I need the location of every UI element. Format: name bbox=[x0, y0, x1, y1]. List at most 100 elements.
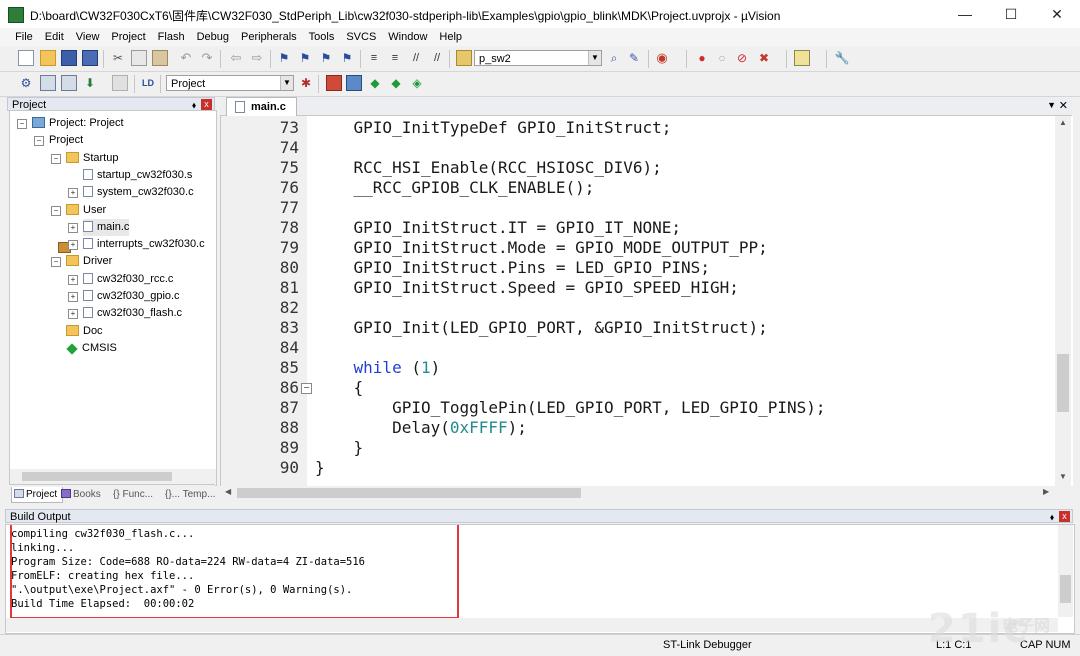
tree-item[interactable]: CMSIS bbox=[66, 340, 117, 357]
maximize-button[interactable]: ☐ bbox=[988, 0, 1034, 28]
tree-expander[interactable]: − bbox=[17, 119, 27, 129]
tree-item[interactable]: system_cw32f030.c bbox=[83, 184, 194, 201]
menu-help[interactable]: Help bbox=[433, 28, 468, 46]
incremental-find-icon[interactable]: ✎ bbox=[626, 50, 642, 66]
options-for-target-icon[interactable]: ✱ bbox=[298, 75, 314, 91]
scroll-up-icon[interactable]: ▲ bbox=[1059, 118, 1067, 127]
configure-wrench-icon[interactable]: 🔧 bbox=[834, 50, 850, 66]
build-output-pane[interactable]: compiling cw32f030_flash.c... linking... P… bbox=[5, 524, 1075, 634]
unindent-icon[interactable]: ≡ bbox=[387, 50, 403, 66]
tab-main-c[interactable]: main.c bbox=[226, 97, 297, 116]
tree-item[interactable]: User bbox=[66, 202, 106, 219]
enable-breakpoint-icon[interactable]: ○ bbox=[714, 50, 730, 66]
tree-expander[interactable]: + bbox=[68, 240, 78, 251]
tree-item[interactable]: Doc bbox=[66, 323, 103, 340]
tree-expander[interactable]: + bbox=[68, 222, 78, 233]
tree-expander[interactable]: + bbox=[68, 309, 78, 320]
insert-breakpoint-icon[interactable]: ● bbox=[694, 50, 710, 66]
open-folder-icon[interactable] bbox=[40, 50, 56, 66]
tree-item[interactable]: Project bbox=[49, 132, 83, 254]
tree-item[interactable]: Driver bbox=[66, 253, 112, 270]
target-select[interactable]: Project ▼ bbox=[166, 75, 294, 91]
save-all-icon[interactable] bbox=[82, 50, 98, 66]
scroll-right-icon[interactable]: ▶ bbox=[1043, 487, 1049, 496]
new-file-icon[interactable] bbox=[18, 50, 34, 66]
tree-expander[interactable]: − bbox=[51, 257, 61, 268]
editor-hscrollbar[interactable]: ◀ ▶ bbox=[221, 486, 1056, 500]
manage-project-items-icon[interactable] bbox=[326, 75, 342, 91]
menu-peripherals[interactable]: Peripherals bbox=[235, 28, 303, 46]
indent-icon[interactable]: ≡ bbox=[366, 50, 382, 66]
menu-file[interactable]: File bbox=[9, 28, 39, 46]
menu-flash[interactable]: Flash bbox=[152, 28, 191, 46]
comment-icon[interactable]: // bbox=[408, 50, 424, 66]
redo-icon[interactable]: ↷ bbox=[199, 50, 215, 66]
rebuild-icon[interactable] bbox=[61, 75, 77, 91]
disable-breakpoints-icon[interactable]: ⊘ bbox=[734, 50, 750, 66]
scroll-thumb[interactable] bbox=[1057, 354, 1069, 412]
prev-bookmark-icon[interactable]: ⚑ bbox=[297, 50, 313, 66]
tree-expander[interactable]: + bbox=[68, 274, 78, 285]
scroll-down-icon[interactable]: ▼ bbox=[1059, 472, 1067, 481]
translate-icon[interactable]: ⚙ bbox=[18, 75, 34, 91]
clear-bookmarks-icon[interactable]: ⚑ bbox=[339, 50, 355, 66]
download-load-icon[interactable]: LD bbox=[140, 75, 156, 91]
build-hscrollbar[interactable] bbox=[6, 618, 1058, 632]
undo-icon[interactable]: ↶ bbox=[178, 50, 194, 66]
select-packs-icon[interactable]: ◆ bbox=[388, 75, 404, 91]
tree-item[interactable]: Startup bbox=[66, 150, 118, 167]
run-time-environment-icon[interactable]: ◈ bbox=[409, 75, 425, 91]
minimize-button[interactable]: — bbox=[942, 0, 988, 28]
close-panel-icon[interactable]: x bbox=[201, 99, 212, 110]
menu-edit[interactable]: Edit bbox=[39, 28, 70, 46]
editor-vscrollbar[interactable]: ▲ ▼ bbox=[1055, 116, 1071, 486]
navigate-back-icon[interactable]: ⇦ bbox=[228, 50, 244, 66]
build-vscrollbar[interactable] bbox=[1058, 525, 1073, 617]
tree-item[interactable]: interrupts_cw32f030.c bbox=[83, 236, 205, 253]
project-tree-hscrollbar[interactable] bbox=[10, 469, 216, 484]
tree-expander[interactable]: − bbox=[51, 153, 61, 164]
tree-item[interactable]: Project: Project bbox=[32, 115, 124, 132]
scroll-thumb[interactable] bbox=[1060, 575, 1071, 603]
window-layout-icon[interactable] bbox=[794, 50, 810, 66]
menu-view[interactable]: View bbox=[70, 28, 106, 46]
next-bookmark-icon[interactable]: ⚑ bbox=[318, 50, 334, 66]
tab-templates[interactable]: {}... Temp... bbox=[165, 487, 215, 502]
stop-build-icon[interactable] bbox=[112, 75, 128, 91]
bookmark-icon[interactable]: ⚑ bbox=[276, 50, 292, 66]
tab-books[interactable]: Books bbox=[61, 487, 111, 502]
copy-icon[interactable] bbox=[131, 50, 147, 66]
tree-item[interactable]: cw32f030_rcc.c bbox=[83, 271, 173, 288]
pin-icon[interactable]: ⬧ bbox=[1050, 510, 1054, 524]
navigate-forward-icon[interactable]: ⇨ bbox=[249, 50, 265, 66]
menu-project[interactable]: Project bbox=[105, 28, 151, 46]
tree-item[interactable]: main.c bbox=[83, 218, 130, 236]
tree-expander[interactable]: + bbox=[68, 188, 78, 199]
tree-expander[interactable]: − bbox=[34, 136, 44, 147]
tree-expander[interactable]: − bbox=[51, 205, 61, 216]
menu-tools[interactable]: Tools bbox=[303, 28, 341, 46]
paste-icon[interactable] bbox=[152, 50, 168, 66]
menu-window[interactable]: Window bbox=[382, 28, 433, 46]
chevron-down-icon[interactable]: ▼ bbox=[588, 51, 601, 65]
find-icon[interactable]: ⌕ bbox=[606, 50, 622, 66]
tree-item[interactable]: cw32f030_gpio.c bbox=[83, 288, 180, 305]
manage-packs-icon[interactable]: ◆ bbox=[367, 75, 383, 91]
batch-build-icon[interactable]: ⬇ bbox=[82, 75, 98, 91]
cut-icon[interactable]: ✂ bbox=[110, 50, 126, 66]
debug-session-icon[interactable]: ◉ bbox=[654, 50, 670, 66]
close-tab-icon[interactable]: ✕ bbox=[1059, 99, 1068, 112]
menu-svcs[interactable]: SVCS bbox=[340, 28, 382, 46]
chevron-down-icon[interactable]: ▼ bbox=[280, 76, 293, 90]
tree-item[interactable]: startup_cw32f030.s bbox=[83, 167, 192, 184]
close-button[interactable]: ✕ bbox=[1034, 0, 1080, 28]
scroll-thumb[interactable] bbox=[22, 472, 172, 481]
save-icon[interactable] bbox=[61, 50, 77, 66]
kill-breakpoints-icon[interactable]: ✖ bbox=[756, 50, 772, 66]
build-icon[interactable] bbox=[40, 75, 56, 91]
close-panel-icon[interactable]: x bbox=[1059, 511, 1070, 522]
code-editor[interactable]: 73 GPIO_InitTypeDef GPIO_InitStruct; 74 75… bbox=[220, 116, 1073, 486]
find-in-files-icon[interactable] bbox=[456, 50, 472, 66]
menu-debug[interactable]: Debug bbox=[191, 28, 235, 46]
tab-list-chevron-icon[interactable]: ▼ bbox=[1047, 100, 1056, 110]
